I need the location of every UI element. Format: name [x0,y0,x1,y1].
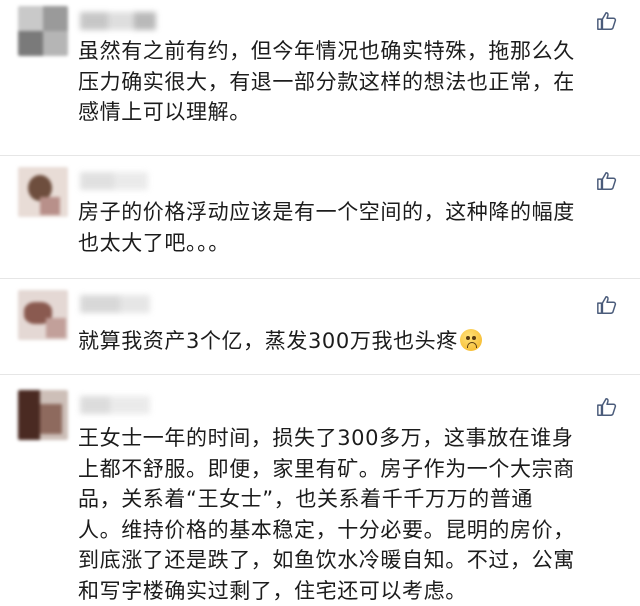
comment-text: 虽然有之前有约，但今年情况也确实特殊，拖那么久 压力确实很大，有退一部分款这样的… [78,39,575,124]
smiling-face-emoji-icon [459,329,482,351]
thumbs-up-icon[interactable] [596,10,618,32]
username[interactable] [80,12,156,30]
thumbs-up-icon[interactable] [596,396,618,418]
comment-item: 就算我资产3个亿，蒸发300万我也头疼 [0,282,640,370]
comment-item: 虽然有之前有约，但今年情况也确实特殊，拖那么久 压力确实很大，有退一部分款这样的… [0,0,640,160]
thumbs-up-icon[interactable] [596,170,618,192]
avatar[interactable] [18,390,68,440]
divider [0,155,640,156]
comment-text: 就算我资产3个亿，蒸发300万我也头疼 [78,326,623,357]
avatar[interactable] [18,290,68,340]
username[interactable] [80,295,156,313]
avatar[interactable] [18,167,68,217]
comment-text: 王女士一年的时间，损失了300多万，这事放在谁身 上都不舒服。即便，家里有矿。房… [78,426,575,603]
comment-text-content: 就算我资产3个亿，蒸发300万我也头疼 [78,329,458,353]
comment-item: 王女士一年的时间，损失了300多万，这事放在谁身 上都不舒服。即便，家里有矿。房… [0,378,640,603]
thumbs-up-icon[interactable] [596,294,618,316]
username[interactable] [80,172,156,190]
avatar[interactable] [18,6,68,56]
username[interactable] [80,396,156,414]
divider [0,374,640,375]
comment-text: 房子的价格浮动应该是有一个空间的，这种降的幅度 也太大了吧。。。 [78,200,575,255]
comment-item: 房子的价格浮动应该是有一个空间的，这种降的幅度 也太大了吧。。。 [0,160,640,280]
divider [0,278,640,279]
